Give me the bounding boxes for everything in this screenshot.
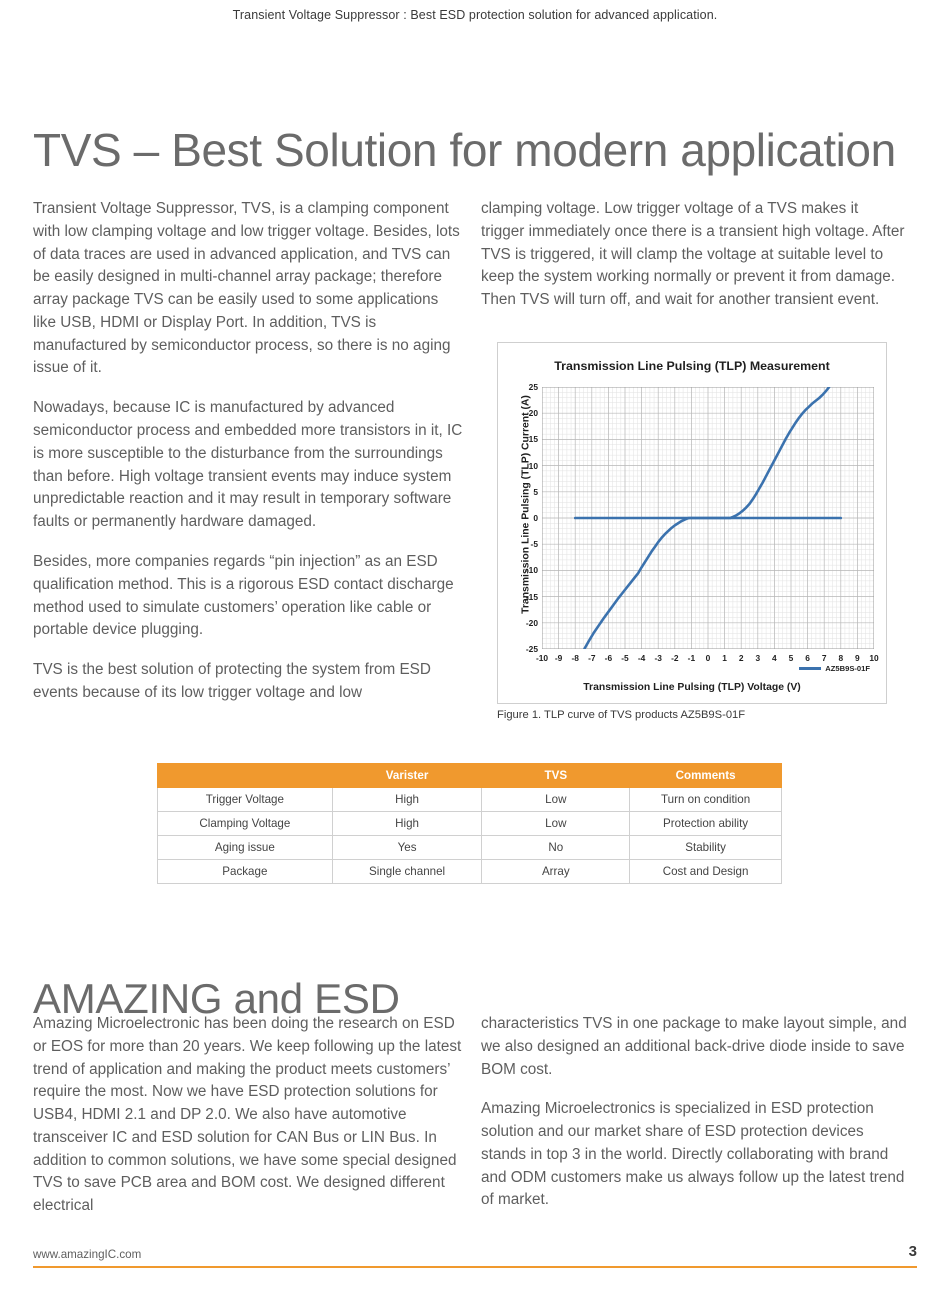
chart-legend: AZ5B9S-01F [799,664,870,673]
chart-x-tick-label: -7 [588,653,596,663]
chart-y-tick-label: -10 [525,565,538,576]
table-header-cell: Comments [629,763,782,788]
chart-x-tick-label: 2 [738,653,744,663]
chart-title: Transmission Line Pulsing (TLP) Measurem… [554,359,830,373]
paragraph: Nowadays, because IC is manufactured by … [33,399,463,531]
chart-x-tick-label: 6 [805,653,810,663]
chart-y-tick-label: -15 [525,591,538,602]
table-cell: Single channel [331,859,483,884]
running-header: Transient Voltage Suppressor : Best ESD … [232,8,718,22]
legend-swatch-icon [799,667,822,670]
table-cell: Low [481,787,631,812]
chart-y-tick-label: -5 [530,539,538,550]
comparison-table: Varister TVS Comments Trigger Voltage Hig… [157,763,782,884]
section2-column-right: characteristics TVS in one package to ma… [481,1013,909,1212]
table-cell: No [481,835,631,860]
table-cell: Package [157,859,333,884]
chart-y-tick-label: -25 [525,644,538,654]
legend-label: AZ5B9S-01F [825,664,870,673]
paragraph: Amazing Microelectronics is specialized … [481,1100,905,1209]
chart-y-tick-label: 15 [528,434,538,445]
chart-y-axis-label: Transmission Line Pulsing (TLP) Current … [520,395,532,614]
table-cell: Protection ability [629,811,782,836]
chart-x-tick-label: -6 [604,653,613,663]
chart-x-tick-label: 7 [821,653,827,663]
table-cell: Clamping Voltage [157,811,333,836]
table-cell: Aging issue [157,835,333,860]
table-header-cell: Varister [331,763,483,788]
table-row: Aging issue Yes No Stability [157,835,782,860]
chart-x-tick-label: -1 [687,653,696,663]
table-cell: Stability [629,835,782,860]
table-header-cell [157,763,333,788]
chart-x-tick-label: -4 [637,653,646,663]
chart-x-tick-label: -2 [671,653,679,663]
chart-x-tick-label: 0 [705,653,711,663]
chart-x-tick-label: 8 [838,653,844,663]
table-cell: Cost and Design [629,859,782,884]
chart-x-tick-label: 9 [855,653,860,663]
table-cell: Low [481,811,631,836]
chart-x-tick-label: -3 [654,653,662,663]
chart-plot-area: -10 -9 -8 -7 -6 -5 -4 -3 -2 -1 0 1 2 3 4 5 6 7 8 9 10 25 20 15 1… [526,382,879,663]
chart-y-tick-label: 0 [533,513,538,523]
table-header-row: Varister TVS Comments [157,763,782,788]
chart-x-tick-label: -5 [621,653,629,663]
table-row: Trigger Voltage High Low Turn on condition [157,787,782,812]
chart-x-axis-label: Transmission Line Pulsing (TLP) Voltage … [583,682,801,693]
page-title: TVS – Best Solution for modern applicati… [33,123,896,176]
paragraph: Besides, more companies regards “pin inj… [33,552,454,639]
body-column-left: Transient Voltage Suppressor, TVS, is a … [33,198,463,705]
table-cell: High [331,787,483,812]
chart-y-tick-label: 20 [528,408,538,419]
paragraph: Amazing Microelectronic has been doing t… [33,1015,462,1215]
paragraph: Transient Voltage Suppressor, TVS, is a … [33,200,460,377]
chart-x-tick-label: 1 [722,653,727,663]
table-cell: Trigger Voltage [157,787,333,812]
body-column-right: clamping voltage. Low trigger voltage of… [481,198,905,312]
chart-x-tick-label: 3 [755,653,761,663]
table-cell: Array [481,859,631,884]
chart-x-tick-label: 4 [772,653,777,663]
table-cell: Yes [331,835,483,860]
chart-x-tick-label: 10 [869,653,879,663]
tlp-chart-panel: Transmission Line Pulsing (TLP) Measurem… [497,342,887,704]
chart-y-tick-label: 5 [533,486,538,497]
chart-y-tick-label: 10 [528,460,538,471]
chart-x-tick-label: -9 [554,653,563,663]
section2-column-left: Amazing Microelectronic has been doing t… [33,1013,465,1218]
paragraph: characteristics TVS in one package to ma… [481,1015,907,1078]
paragraph: TVS is the best solution of protecting t… [33,661,431,701]
footer-url[interactable]: www.amazingIC.com [33,1248,141,1261]
figure-caption: Figure 1. TLP curve of TVS products AZ5B… [497,709,746,721]
chart-x-tick-label: 5 [788,653,794,663]
page-number: 3 [908,1243,917,1260]
table-row: Clamping Voltage High Low Protection abilit… [157,811,782,836]
table-cell: Turn on condition [629,787,782,812]
chart-svg [541,385,875,651]
table-cell: High [331,811,483,836]
footer-divider [33,1266,917,1268]
table-header-cell: TVS [481,763,631,788]
table-row: Package Single channel Array Cost and Desig… [157,859,782,884]
paragraph: clamping voltage. Low trigger voltage of… [481,200,905,309]
chart-y-tick-label: -20 [525,617,538,628]
chart-y-tick-label: 25 [528,382,538,392]
chart-x-tick-label: -8 [571,653,579,663]
chart-x-tick-label: -10 [535,653,549,663]
